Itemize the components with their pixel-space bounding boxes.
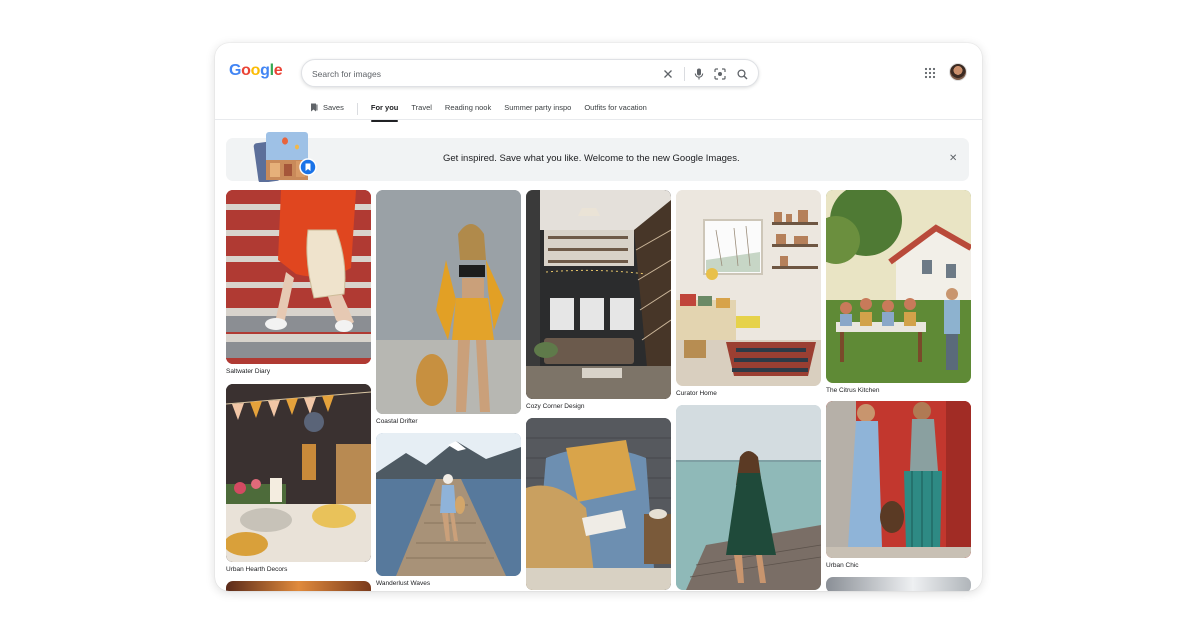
image-card[interactable] — [526, 418, 671, 590]
tab-saves-label: Saves — [323, 103, 344, 112]
image-card[interactable] — [676, 405, 821, 590]
card-caption: Cozy Corner Design — [526, 403, 585, 410]
image-card[interactable]: Cozy Corner Design — [526, 190, 671, 410]
card-caption: Urban Chic — [826, 562, 859, 569]
card-caption: Curator Home — [676, 390, 717, 397]
logo-letter: o — [250, 62, 261, 79]
image-curator-home[interactable] — [676, 190, 821, 386]
image-building-sky[interactable] — [826, 577, 971, 591]
header-divider — [215, 119, 982, 120]
google-images-window: Google Saves For you Travel — [215, 43, 982, 591]
image-urban-chic[interactable] — [826, 401, 971, 558]
image-card[interactable]: Wanderlust Waves — [376, 433, 521, 587]
logo-letter: g — [260, 62, 270, 79]
search-bar — [301, 59, 759, 87]
tab-separator — [356, 103, 358, 115]
image-cozy-corner-design[interactable] — [526, 190, 671, 399]
image-green-dress-pier[interactable] — [676, 405, 821, 590]
card-caption: Coastal Drifter — [376, 418, 418, 425]
image-urban-hearth-decors[interactable] — [226, 384, 371, 562]
search-input[interactable] — [312, 66, 642, 82]
card-caption: Saltwater Diary — [226, 368, 271, 375]
image-the-citrus-kitchen[interactable] — [826, 190, 971, 383]
google-logo[interactable]: Google — [229, 62, 283, 80]
search-divider — [684, 67, 685, 81]
welcome-banner: Get inspired. Save what you like. Welcom… — [226, 132, 969, 182]
image-saltwater-diary[interactable] — [226, 190, 371, 364]
apps-grid-icon[interactable] — [924, 66, 936, 79]
bookmark-icon — [311, 103, 318, 112]
image-coastal-drifter[interactable] — [376, 190, 521, 414]
image-card[interactable] — [826, 577, 971, 591]
image-yellow-pillow-chair[interactable] — [526, 418, 671, 590]
lens-icon[interactable] — [712, 66, 728, 82]
card-caption: Urban Hearth Decors — [226, 566, 288, 573]
card-caption: Wanderlust Waves — [376, 580, 431, 587]
banner-text: Get inspired. Save what you like. Welcom… — [443, 153, 740, 164]
image-card[interactable]: The Citrus Kitchen — [826, 190, 971, 394]
logo-letter: G — [229, 62, 242, 79]
card-caption: The Citrus Kitchen — [826, 387, 880, 394]
close-icon[interactable]: ✕ — [949, 153, 957, 164]
image-wanderlust-waves[interactable] — [376, 433, 521, 576]
mic-icon[interactable] — [691, 66, 707, 82]
image-card[interactable]: Saltwater Diary — [226, 190, 371, 375]
logo-letter: o — [241, 62, 251, 79]
image-card[interactable]: Coastal Drifter — [376, 190, 521, 425]
search-icon[interactable] — [734, 66, 750, 82]
image-card[interactable] — [226, 581, 371, 591]
image-warm-lights[interactable] — [226, 581, 371, 591]
image-card[interactable]: Urban Chic — [826, 401, 971, 569]
banner-illustration — [253, 132, 317, 182]
image-card[interactable]: Urban Hearth Decors — [226, 384, 371, 573]
close-icon[interactable] — [660, 66, 676, 82]
logo-letter: e — [273, 62, 283, 79]
avatar[interactable] — [949, 63, 967, 81]
image-card[interactable]: Curator Home — [676, 190, 821, 397]
